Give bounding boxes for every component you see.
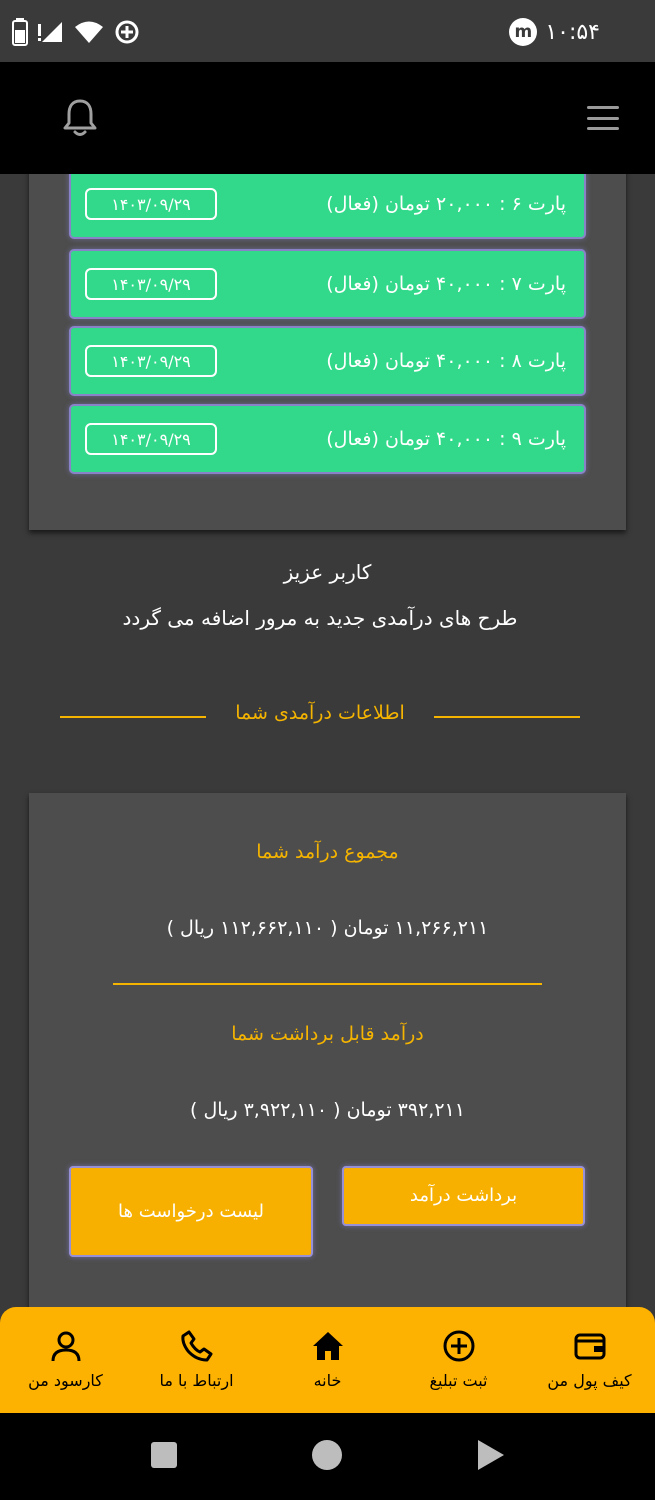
no-signal-icon xyxy=(38,22,62,42)
nav-label: خانه xyxy=(313,1371,342,1390)
part-row[interactable]: پارت ۸ : ۴۰,۰۰۰ تومان (فعال) ۱۴۰۳/۰۹/۲۹ xyxy=(69,326,586,396)
income-card: مجموع درآمد شما ۱۱,۲۶۶,۲۱۱ تومان ( ۱۱۲,۶… xyxy=(29,793,626,1313)
status-bar: m ۱۰:۵۴ xyxy=(0,0,655,62)
requests-list-button[interactable]: لیست درخواست ها xyxy=(69,1166,313,1257)
part-row[interactable]: پارت ۶ : ۲۰,۰۰۰ تومان (فعال) ۱۴۰۳/۰۹/۲۹ xyxy=(69,169,586,239)
app-notification-badge: m xyxy=(509,18,538,46)
part-date: ۱۴۰۳/۰۹/۲۹ xyxy=(85,268,217,300)
recents-icon[interactable] xyxy=(150,1441,178,1469)
bell-icon xyxy=(63,99,97,136)
plus-circle-icon xyxy=(443,1330,474,1362)
part-date: ۱۴۰۳/۰۹/۲۹ xyxy=(85,345,217,377)
nav-label: کارسود من xyxy=(28,1371,103,1390)
clock: ۱۰:۵۴ xyxy=(545,19,600,45)
wallet-icon xyxy=(574,1333,605,1360)
phone-icon xyxy=(180,1330,212,1362)
user-icon xyxy=(51,1331,80,1362)
part-label: پارت ۷ : ۴۰,۰۰۰ تومان (فعال) xyxy=(326,273,566,295)
parts-card: پارت ۶ : ۲۰,۰۰۰ تومان (فعال) ۱۴۰۳/۰۹/۲۹ … xyxy=(29,150,626,530)
status-right: m ۱۰:۵۴ xyxy=(509,18,600,46)
status-icons xyxy=(12,18,140,46)
income-divider xyxy=(113,983,542,985)
part-date: ۱۴۰۳/۰۹/۲۹ xyxy=(85,423,217,455)
total-income-title: مجموع درآمد شما xyxy=(256,841,399,863)
nav-label: ثبت تبلیغ xyxy=(429,1371,488,1390)
battery-icon xyxy=(12,18,28,46)
notice-title: کاربر عزیز xyxy=(283,560,372,584)
nav-contact[interactable]: ارتباط با ما xyxy=(131,1307,262,1413)
home-circle-icon[interactable] xyxy=(311,1439,343,1471)
app-header xyxy=(0,62,655,174)
divider-line xyxy=(60,716,206,718)
part-label: پارت ۸ : ۴۰,۰۰۰ تومان (فعال) xyxy=(326,350,566,372)
part-date: ۱۴۰۳/۰۹/۲۹ xyxy=(85,188,217,220)
withdraw-income-button[interactable]: برداشت درآمد xyxy=(342,1166,585,1226)
notice-text: طرح های درآمدی جدید به مرور اضافه می گرد… xyxy=(122,606,518,630)
nav-label: کیف پول من xyxy=(547,1371,632,1390)
part-row[interactable]: پارت ۷ : ۴۰,۰۰۰ تومان (فعال) ۱۴۰۳/۰۹/۲۹ xyxy=(69,249,586,319)
back-icon[interactable] xyxy=(477,1439,505,1471)
nav-wallet[interactable]: کیف پول من xyxy=(524,1307,655,1413)
part-label: پارت ۶ : ۲۰,۰۰۰ تومان (فعال) xyxy=(326,193,566,215)
income-section-title: اطلاعات درآمدی شما xyxy=(235,702,405,724)
nav-submit-ad[interactable]: ثبت تبلیغ xyxy=(393,1307,524,1413)
part-row[interactable]: پارت ۹ : ۴۰,۰۰۰ تومان (فعال) ۱۴۰۳/۰۹/۲۹ xyxy=(69,404,586,474)
withdrawable-title: درآمد قابل برداشت شما xyxy=(231,1023,424,1045)
hamburger-icon[interactable] xyxy=(587,106,619,130)
divider-line xyxy=(434,716,580,718)
wifi-icon xyxy=(75,21,103,43)
bottom-navigation: کیف پول من ثبت تبلیغ خانه ارتباط با ما ک… xyxy=(0,1307,655,1413)
withdrawable-value: ۳۹۲,۲۱۱ تومان ( ۳,۹۲۲,۱۱۰ ریال ) xyxy=(190,1099,465,1121)
system-navigation-bar xyxy=(0,1413,655,1500)
nav-label: ارتباط با ما xyxy=(159,1371,234,1390)
part-label: پارت ۹ : ۴۰,۰۰۰ تومان (فعال) xyxy=(326,428,566,450)
notification-button[interactable] xyxy=(62,98,98,138)
data-saver-icon xyxy=(115,20,139,44)
total-income-value: ۱۱,۲۶۶,۲۱۱ تومان ( ۱۱۲,۶۶۲,۱۱۰ ریال ) xyxy=(166,917,489,939)
home-icon xyxy=(312,1332,343,1360)
income-section-heading: اطلاعات درآمدی شما xyxy=(60,700,580,734)
nav-home[interactable]: خانه xyxy=(262,1307,393,1413)
nav-profile[interactable]: کارسود من xyxy=(0,1307,131,1413)
